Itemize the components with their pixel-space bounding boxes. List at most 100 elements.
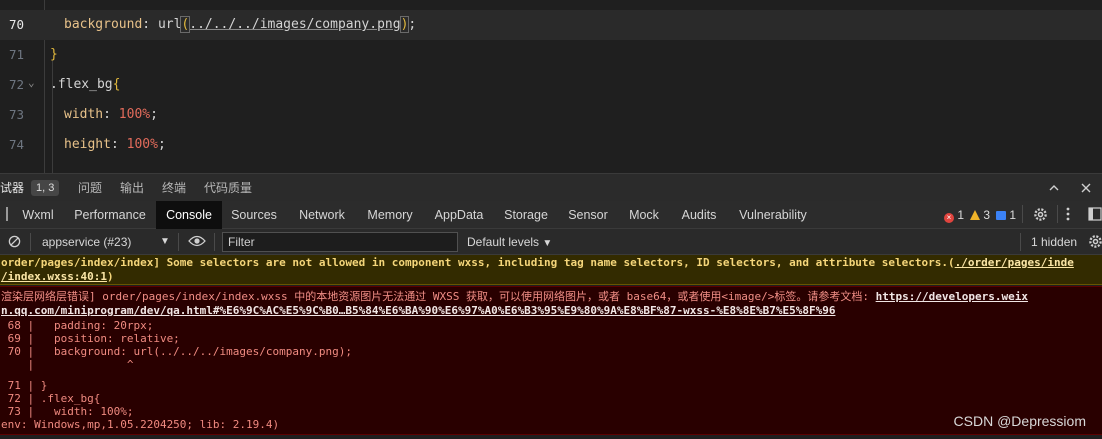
line-number: 71	[8, 47, 24, 62]
code-frame-line: 68 | padding: 20rpx;	[1, 319, 154, 332]
debugger-panel-tabs: 试器 1, 3 问题 输出 终端 代码质量	[0, 173, 1102, 201]
divider	[30, 233, 31, 251]
url-argument: ../../../images/company.png	[189, 17, 401, 32]
code-editor[interactable]: 70 background: url(../../../images/compa…	[0, 0, 1102, 173]
gear-icon[interactable]	[1088, 229, 1102, 255]
console-output[interactable]: order/pages/index/index] Some selectors …	[0, 255, 1102, 439]
divider	[1020, 233, 1021, 251]
line-number: 72	[8, 77, 24, 92]
tab-console[interactable]: Console	[156, 201, 222, 229]
docs-link[interactable]: n.qq.com/miniprogram/dev/qa.html#%E6%9C%…	[1, 304, 835, 317]
warning-icon	[970, 210, 980, 220]
error-text-part: 渲染层网络层错误] order/pages/index/index.wxss 中…	[1, 290, 876, 303]
tab-debugger[interactable]: 试器	[0, 174, 24, 202]
context-select[interactable]: appservice (#23)	[42, 229, 131, 255]
code-frame-line: | ^	[1, 358, 134, 371]
tab-wxml[interactable]: Wxml	[14, 201, 62, 229]
tab-sensor[interactable]: Sensor	[564, 201, 612, 229]
code-frame-line: 73 | width: 100%;	[1, 405, 134, 418]
error-message: 渲染层网络层错误] order/pages/index/index.wxss 中…	[0, 286, 1102, 435]
clear-console-icon[interactable]	[8, 229, 21, 255]
divider	[178, 233, 179, 251]
error-icon: ×	[944, 213, 954, 223]
tab-mock[interactable]: Mock	[624, 201, 664, 229]
open-brace: {	[112, 77, 121, 92]
filter-input[interactable]	[222, 232, 458, 252]
gear-icon[interactable]	[1033, 201, 1048, 229]
chevron-down-icon[interactable]: ⌄	[28, 77, 38, 88]
info-count-value: 1	[1009, 208, 1017, 222]
chevron-up-icon[interactable]	[1048, 174, 1060, 202]
code-line-71[interactable]: 71 }	[0, 40, 1102, 70]
info-icon	[996, 211, 1006, 220]
tab-network[interactable]: Network	[292, 201, 352, 229]
css-value: 100%	[126, 137, 158, 152]
tab-performance[interactable]: Performance	[68, 201, 152, 229]
error-count[interactable]: × 1	[944, 201, 964, 229]
divider	[1057, 205, 1058, 223]
error-text: 渲染层网络层错误] order/pages/index/index.wxss 中…	[1, 290, 1028, 303]
source-link[interactable]: /index.wxss:40:1	[1, 270, 107, 283]
panel-toggle-icon[interactable]	[1088, 201, 1102, 229]
code-line-72[interactable]: 72 ⌄ .flex_bg{	[0, 70, 1102, 100]
error-count-value: 1	[957, 208, 965, 222]
code-frame-line: 69 | position: relative;	[1, 332, 180, 345]
dropdown-triangle-icon: ▼	[542, 238, 553, 249]
watermark: CSDN @Depressiom	[953, 413, 1086, 429]
warning-text-part: order/pages/index/index] Some selectors …	[1, 256, 955, 269]
error-text: n.qq.com/miniprogram/dev/qa.html#%E6%9C%…	[1, 304, 835, 317]
line-number: 70	[8, 17, 24, 32]
tab-sources[interactable]: Sources	[226, 201, 282, 229]
warning-count[interactable]: 3	[970, 201, 990, 229]
css-value: 100%	[118, 107, 151, 122]
docs-link[interactable]: https://developers.weix	[876, 290, 1028, 303]
css-function: url	[157, 17, 182, 32]
info-count[interactable]: 1	[996, 201, 1016, 229]
devtools-tabbar: Wxml Performance Console Sources Network…	[0, 201, 1102, 229]
warning-text: order/pages/index/index] Some selectors …	[1, 256, 1074, 270]
eye-icon[interactable]	[188, 229, 206, 255]
code-text: }	[50, 47, 58, 62]
code-text: background: url(../../../images/company.…	[64, 16, 417, 33]
warning-count-value: 3	[983, 208, 991, 222]
tab-storage[interactable]: Storage	[500, 201, 552, 229]
issue-count-badge: 1, 3	[31, 180, 60, 196]
semicolon: ;	[150, 107, 158, 122]
semicolon: ;	[157, 137, 166, 152]
css-property: width	[64, 107, 104, 122]
tab-audits[interactable]: Audits	[676, 201, 722, 229]
tab-memory[interactable]: Memory	[362, 201, 418, 229]
source-link[interactable]: ./order/pages/inde	[955, 256, 1074, 269]
code-text: height: 100%;	[64, 137, 166, 152]
warning-text-part: )	[106, 270, 114, 283]
code-text: width: 100%;	[64, 107, 158, 122]
env-line: env: Windows,mp,1.05.2204250; lib: 2.19.…	[1, 418, 280, 431]
tab-terminal[interactable]: 终端	[162, 174, 186, 202]
panel-toggle-icon[interactable]	[0, 201, 14, 229]
css-selector: .flex_bg	[50, 77, 113, 92]
divider	[1022, 205, 1023, 223]
hidden-count: 1 hidden	[1031, 235, 1078, 249]
log-levels-label: Default levels	[467, 235, 540, 249]
warning-text: /index.wxss:40:1)	[1, 270, 114, 284]
dropdown-triangle-icon[interactable]: ▼	[160, 229, 170, 255]
tab-appdata[interactable]: AppData	[428, 201, 490, 229]
divider	[214, 233, 215, 251]
tab-vulnerability[interactable]: Vulnerability	[734, 201, 812, 229]
code-line-74[interactable]: 74 height: 100%;	[0, 130, 1102, 160]
close-icon[interactable]	[1080, 174, 1092, 202]
tab-output[interactable]: 输出	[120, 174, 144, 202]
code-line-73[interactable]: 73 width: 100%;	[0, 100, 1102, 130]
css-property: height	[64, 137, 111, 152]
more-vertical-icon[interactable]	[1066, 201, 1070, 229]
code-frame-line: 70 | background: url(../../../images/com…	[1, 345, 352, 358]
tab-code-quality[interactable]: 代码质量	[204, 174, 252, 202]
semicolon: ;	[408, 17, 417, 32]
console-toolbar: appservice (#23) ▼ Default levels ▼ 1 hi…	[0, 229, 1102, 255]
line-number: 73	[8, 107, 24, 122]
code-frame-line: 72 | .flex_bg{	[1, 392, 101, 405]
tab-problems[interactable]: 问题	[78, 174, 102, 202]
log-levels-select[interactable]: Default levels ▼	[467, 229, 552, 255]
code-line-70[interactable]: 70 background: url(../../../images/compa…	[0, 10, 1102, 40]
warning-message: order/pages/index/index] Some selectors …	[0, 255, 1102, 285]
